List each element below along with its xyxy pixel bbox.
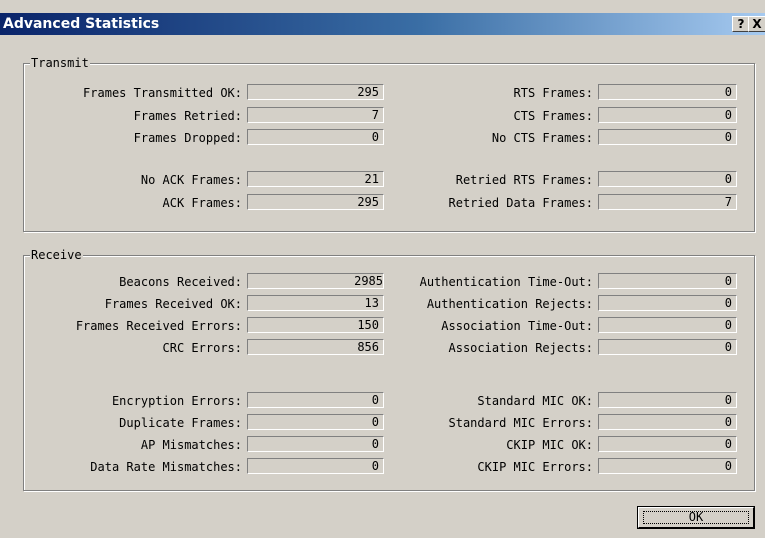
retried-data-frames-label: Retried Data Frames: xyxy=(448,196,594,210)
retried-rts-frames-value: 0 xyxy=(598,171,737,187)
data-rate-mismatches-label: Data Rate Mismatches: xyxy=(90,460,242,474)
frames-dropped-value: 0 xyxy=(247,129,384,145)
encryption-errors-label: Encryption Errors: xyxy=(111,394,242,408)
close-button[interactable]: X xyxy=(748,16,765,32)
association-time-out-value: 0 xyxy=(598,317,737,333)
frames-dropped-label: Frames Dropped: xyxy=(133,131,242,145)
standard-mic-errors-label: Standard MIC Errors: xyxy=(448,416,594,430)
data-rate-mismatches-value: 0 xyxy=(247,458,384,474)
ckip-mic-errors-label: CKIP MIC Errors: xyxy=(477,460,593,474)
beacons-received-label: Beacons Received: xyxy=(119,275,242,289)
authentication-rejects-label: Authentication Rejects: xyxy=(426,297,593,311)
ap-mismatches-value: 0 xyxy=(247,436,384,452)
title-bar[interactable]: Advanced Statistics ? X xyxy=(0,13,765,35)
authentication-time-out-label: Authentication Time-Out: xyxy=(419,275,593,289)
cts-frames-label: CTS Frames: xyxy=(513,109,593,123)
ack-frames-value: 295 xyxy=(247,194,384,210)
frames-transmitted-ok-label: Frames Transmitted OK: xyxy=(83,86,242,100)
retried-rts-frames-label: Retried RTS Frames: xyxy=(455,173,593,187)
rts-frames-label: RTS Frames: xyxy=(513,86,593,100)
ok-button-label: OK xyxy=(688,510,704,524)
receive-legend: Receive xyxy=(30,248,83,262)
association-time-out-label: Association Time-Out: xyxy=(441,319,593,333)
frames-received-ok-value: 13 xyxy=(247,295,384,311)
frames-received-errors-value: 150 xyxy=(247,317,384,333)
frames-retried-value: 7 xyxy=(247,107,384,123)
frames-received-ok-label: Frames Received OK: xyxy=(104,297,242,311)
encryption-errors-value: 0 xyxy=(247,392,384,408)
ckip-mic-ok-value: 0 xyxy=(598,436,737,452)
ap-mismatches-label: AP Mismatches: xyxy=(140,438,242,452)
association-rejects-label: Association Rejects: xyxy=(448,341,594,355)
crc-errors-label: CRC Errors: xyxy=(162,341,242,355)
frames-received-errors-label: Frames Received Errors: xyxy=(75,319,242,333)
frames-retried-label: Frames Retried: xyxy=(133,109,242,123)
ack-frames-label: ACK Frames: xyxy=(162,196,242,210)
advanced-statistics-dialog: Advanced Statistics ? X Transmit Receive… xyxy=(0,0,765,538)
receive-group: Receive xyxy=(23,248,755,491)
authentication-time-out-value: 0 xyxy=(598,273,737,289)
rts-frames-value: 0 xyxy=(598,84,737,100)
frames-transmitted-ok-value: 295 xyxy=(247,84,384,100)
no-ack-frames-value: 21 xyxy=(247,171,384,187)
cts-frames-value: 0 xyxy=(598,107,737,123)
retried-data-frames-value: 7 xyxy=(598,194,737,210)
dialog-title: Advanced Statistics xyxy=(3,16,160,32)
standard-mic-ok-label: Standard MIC OK: xyxy=(477,394,593,408)
association-rejects-value: 0 xyxy=(598,339,737,355)
ckip-mic-ok-label: CKIP MIC OK: xyxy=(506,438,593,452)
no-cts-frames-label: No CTS Frames: xyxy=(491,131,593,145)
no-ack-frames-label: No ACK Frames: xyxy=(140,173,242,187)
beacons-received-value: 2985 xyxy=(247,273,384,289)
ok-button[interactable]: OK xyxy=(637,506,755,529)
no-cts-frames-value: 0 xyxy=(598,129,737,145)
transmit-legend: Transmit xyxy=(30,56,90,70)
standard-mic-errors-value: 0 xyxy=(598,414,737,430)
duplicate-frames-value: 0 xyxy=(247,414,384,430)
duplicate-frames-label: Duplicate Frames: xyxy=(119,416,242,430)
ckip-mic-errors-value: 0 xyxy=(598,458,737,474)
standard-mic-ok-value: 0 xyxy=(598,392,737,408)
crc-errors-value: 856 xyxy=(247,339,384,355)
authentication-rejects-value: 0 xyxy=(598,295,737,311)
